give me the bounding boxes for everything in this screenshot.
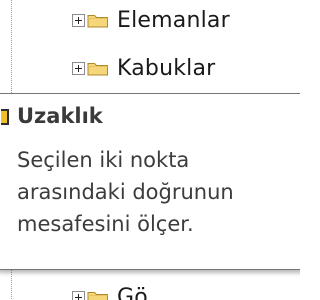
tree-node-elemanlar[interactable]: Elemanlar <box>72 7 230 33</box>
tree-panel: Elemanlar Kabuklar Gö Uzaklık Seçilen ik… <box>0 0 300 300</box>
folder-icon <box>87 12 109 28</box>
tooltip: Uzaklık Seçilen iki nokta arasındaki doğ… <box>0 93 300 270</box>
tree-node-label: Kabuklar <box>117 55 216 81</box>
tooltip-title: Uzaklık <box>17 104 103 128</box>
folder-icon <box>87 289 109 300</box>
tooltip-body: Seçilen iki nokta arasındaki doğrunun me… <box>17 144 297 240</box>
expand-plus-icon[interactable] <box>72 290 85 300</box>
tree-node-partial[interactable]: Gö <box>72 284 148 300</box>
tree-node-label: Gö <box>117 284 148 300</box>
folder-icon <box>87 60 109 76</box>
expand-plus-icon[interactable] <box>72 13 85 27</box>
tree-node-label: Elemanlar <box>117 7 230 33</box>
ruler-icon <box>1 109 9 125</box>
expand-plus-icon[interactable] <box>72 61 85 75</box>
tooltip-body-line: Seçilen iki nokta <box>17 148 190 172</box>
tooltip-body-line: arasındaki doğrunun <box>17 180 234 204</box>
tooltip-body-line: mesafesini ölçer. <box>17 212 194 236</box>
tree-node-kabuklar[interactable]: Kabuklar <box>72 55 215 81</box>
